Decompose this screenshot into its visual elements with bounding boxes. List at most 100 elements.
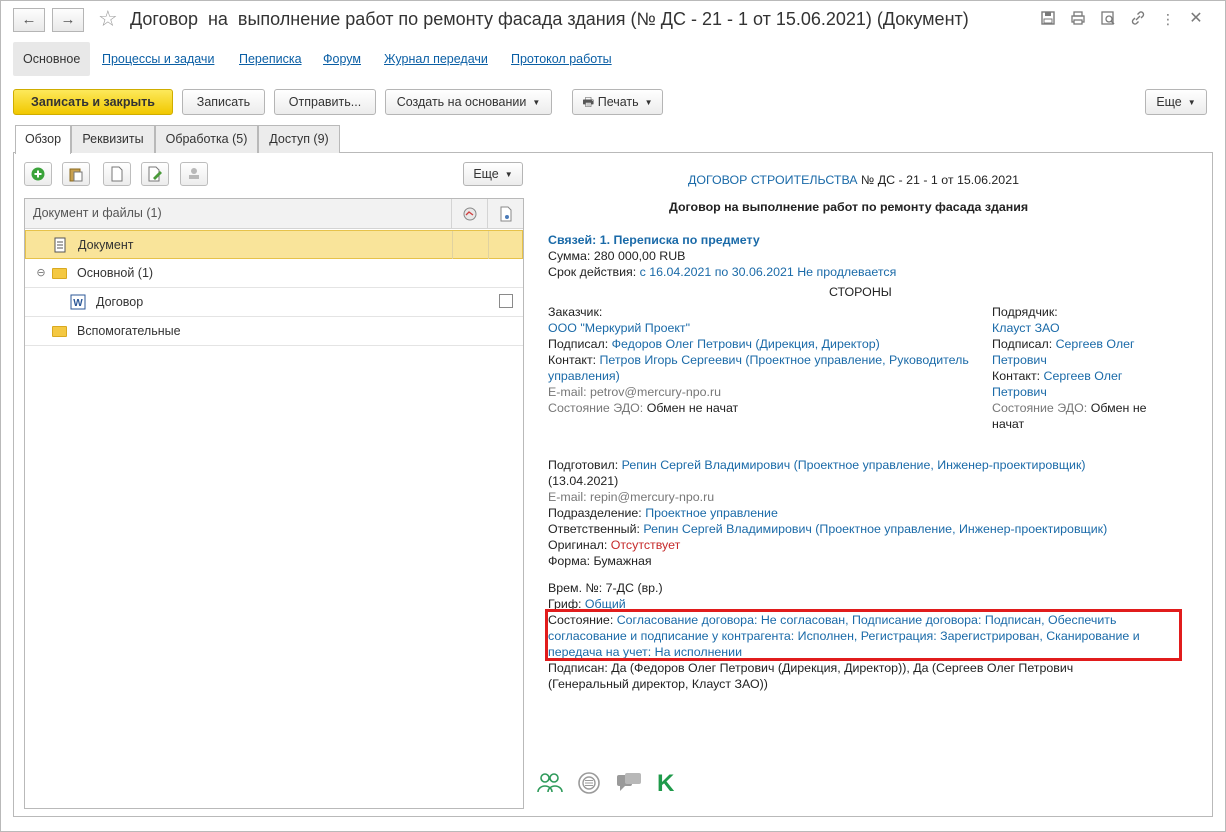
new-document-icon[interactable] (103, 162, 131, 186)
grid-more-label: Еще (473, 167, 499, 181)
section-processes[interactable]: Процессы и задачи (102, 42, 214, 76)
tree-row-contract-file[interactable]: W Договор (25, 288, 523, 317)
contractor-contact-cont[interactable]: Петрович (992, 384, 1047, 400)
customer-link[interactable]: ООО "Меркурий Проект" (548, 320, 690, 336)
print-icon[interactable] (1069, 10, 1087, 28)
section-main[interactable]: Основное (13, 42, 91, 76)
document-preview: ДОГОВОР СТРОИТЕЛЬСТВА № ДС - 21 - 1 от 1… (534, 160, 1204, 800)
send-button[interactable]: Отправить... (274, 89, 376, 115)
word-file-icon: W (70, 294, 86, 310)
contract-type-link[interactable]: ДОГОВОР СТРОИТЕЛЬСТВА (688, 173, 858, 187)
edit-icon[interactable] (141, 162, 169, 186)
link-icon[interactable] (1129, 10, 1147, 28)
contractor-edo-cont: начат (992, 417, 1025, 431)
tab-access[interactable]: Доступ (9) (258, 125, 340, 153)
chat-icon[interactable] (616, 772, 642, 800)
save-and-close-button[interactable]: Записать и закрыть (13, 89, 173, 115)
section-transfer-log[interactable]: Журнал передачи (384, 42, 488, 76)
print-button[interactable]: 🖶 Печать ▼ (572, 89, 663, 115)
original-value[interactable]: Отсутствует (611, 538, 681, 552)
tree-row-label: Договор (96, 295, 144, 309)
responsible-link[interactable]: Репин Сергей Владимирович (Проектное упр… (643, 522, 1107, 536)
sum-row: Сумма: 280 000,00 RUB (548, 249, 686, 263)
contractor-link[interactable]: Клауст ЗАО (992, 320, 1060, 336)
column-divider (452, 231, 453, 259)
save-button[interactable]: Записать (182, 89, 265, 115)
contractor-signed: Подписал: Сергеев Олег (992, 337, 1135, 351)
term-link[interactable]: с 16.04.2021 по 30.06.2021 Не продлевает… (640, 265, 897, 279)
discussion-icon[interactable] (577, 772, 601, 800)
contractor-label: Подрядчик: (992, 305, 1058, 319)
tree-row-label: Документ (78, 238, 134, 252)
signature-column-icon[interactable] (451, 199, 487, 229)
prepared-row: Подготовил: Репин Сергей Владимирович (П… (548, 458, 1086, 472)
customer-contact-link[interactable]: Петров Игорь Сергеевич (Проектное управл… (600, 353, 969, 367)
stamp-icon[interactable] (180, 162, 208, 186)
more-label: Еще (1156, 95, 1182, 109)
svg-text:W: W (73, 298, 83, 309)
prepared-date: (13.04.2021) (548, 474, 619, 488)
more-vertical-icon[interactable]: ⋮ (1159, 10, 1177, 28)
preview-icon[interactable] (1099, 10, 1117, 28)
back-button[interactable]: ← (13, 8, 45, 32)
column-divider (488, 231, 489, 259)
original-row: Оригинал: Отсутствует (548, 538, 681, 552)
save-icon[interactable] (1039, 10, 1057, 28)
prepared-email: E-mail: repin@mercury-npo.ru (548, 490, 715, 504)
preview-subject: Договор на выполнение работ по ремонту ф… (669, 200, 1029, 214)
links-link[interactable]: Связей: 1. Переписка по предмету (548, 232, 760, 248)
division-link[interactable]: Проектное управление (645, 506, 778, 520)
section-forum[interactable]: Форум (323, 42, 361, 76)
contractor-signed-link[interactable]: Сергеев Олег (1056, 337, 1135, 351)
grid-more-button[interactable]: Еще ▼ (463, 162, 523, 186)
customer-contact-cont[interactable]: управления) (548, 368, 620, 384)
k-icon[interactable]: K (657, 770, 674, 798)
add-icon[interactable] (24, 162, 52, 186)
signed-row-cont: (Генеральный директор, Клауст ЗАО)) (548, 677, 768, 691)
files-tree[interactable]: Документ и файлы (1) Документ ⊖ Основной… (24, 198, 524, 809)
prepared-link[interactable]: Репин Сергей Владимирович (Проектное упр… (622, 458, 1086, 472)
tree-row-main-folder[interactable]: ⊖ Основной (1) (25, 259, 523, 288)
print-label: Печать (597, 95, 639, 109)
division-row: Подразделение: Проектное управление (548, 506, 778, 520)
tab-overview[interactable]: Обзор (15, 125, 71, 154)
tree-row-label: Вспомогательные (77, 324, 181, 338)
file-column-icon[interactable] (487, 199, 523, 229)
grid-header: Документ и файлы (1) (25, 199, 523, 229)
grid-header-title: Документ и файлы (1) (33, 206, 162, 220)
term-row: Срок действия: с 16.04.2021 по 30.06.202… (548, 265, 897, 279)
parties-title: СТОРОНЫ (829, 285, 892, 299)
customer-signed: Подписал: Федоров Олег Петрович (Дирекци… (548, 337, 880, 351)
close-icon[interactable]: ✕ (1187, 10, 1205, 28)
favorite-star-icon[interactable]: ☆ (98, 6, 118, 32)
customer-label: Заказчик: (548, 305, 603, 319)
tab-requisites[interactable]: Реквизиты (71, 125, 155, 153)
tab-processing[interactable]: Обработка (5) (155, 125, 258, 153)
paste-icon[interactable] (62, 162, 90, 186)
chevron-down-icon: ▼ (532, 97, 541, 107)
contractor-contact: Контакт: Сергеев Олег (992, 369, 1123, 383)
create-based-on-button[interactable]: Создать на основании ▼ (385, 89, 552, 115)
tree-row-aux-folder[interactable]: Вспомогательные (25, 317, 523, 346)
contract-number: № ДС - 21 - 1 от 15.06.2021 (857, 173, 1019, 187)
forward-button[interactable]: → (52, 8, 84, 32)
chevron-down-icon: ▼ (1187, 97, 1196, 107)
customer-email: E-mail: petrov@mercury-npo.ru (548, 385, 722, 399)
chevron-down-icon: ▼ (504, 169, 513, 179)
contractor-edo: Состояние ЭДО: Обмен не (992, 401, 1147, 415)
contractor-signed-cont[interactable]: Петрович (992, 352, 1047, 368)
folder-icon (51, 323, 67, 339)
tree-row-document[interactable]: Документ (25, 230, 523, 259)
collapse-icon[interactable]: ⊖ (33, 265, 49, 281)
more-button[interactable]: Еще ▼ (1145, 89, 1207, 115)
file-checkbox[interactable] (499, 294, 513, 308)
print-icon: 🖶 (582, 95, 595, 109)
section-work-protocol[interactable]: Протокол работы (511, 42, 612, 76)
participants-icon[interactable] (537, 772, 563, 800)
customer-edo: Состояние ЭДО: Обмен не начат (548, 401, 739, 415)
customer-signed-link[interactable]: Федоров Олег Петрович (Дирекция, Директо… (612, 337, 880, 351)
form-row: Форма: Бумажная (548, 554, 652, 568)
section-correspondence[interactable]: Переписка (239, 42, 302, 76)
contractor-contact-link[interactable]: Сергеев Олег (1044, 369, 1123, 383)
signed-row: Подписан: Да (Федоров Олег Петрович (Дир… (548, 661, 1074, 675)
